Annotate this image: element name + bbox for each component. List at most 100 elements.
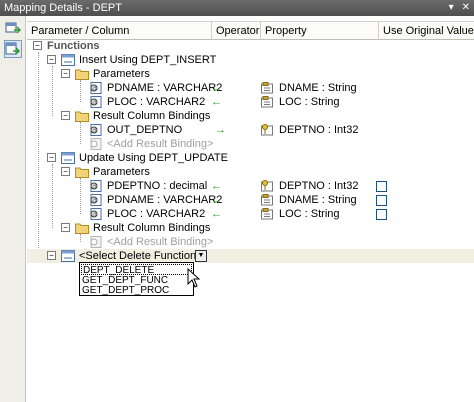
dropdown-option[interactable]: GET_DEPT_PROC [81, 285, 192, 296]
collapse-icon[interactable]: − [61, 111, 70, 120]
svg-text:@: @ [92, 100, 97, 106]
svg-text:@: @ [92, 198, 97, 204]
parameter-icon: @ [90, 82, 102, 94]
table-mapping-button[interactable] [4, 20, 22, 38]
tree-node-insert-function[interactable]: − Insert Using DEPT_INSERT [27, 53, 474, 67]
parameter-row[interactable]: @ PDEPTNO : decimal ← DEPTNO : Int32 [27, 179, 474, 193]
property-name[interactable]: DNAME : String [279, 193, 357, 207]
svg-text:@: @ [92, 212, 97, 218]
add-binding-label[interactable]: <Add Result Binding> [107, 235, 213, 249]
left-arrow-icon[interactable]: ← [211, 179, 222, 193]
tree-label: Functions [47, 40, 100, 52]
close-icon[interactable]: ✕ [462, 0, 470, 16]
parameter-icon: @ [90, 180, 102, 192]
folder-icon [75, 69, 89, 80]
use-original-value-checkbox[interactable] [376, 209, 387, 220]
add-binding-label[interactable]: <Add Result Binding> [107, 137, 213, 151]
parameter-icon: @ [90, 194, 102, 206]
tree-node-update-parameters[interactable]: − Parameters [27, 165, 474, 179]
left-arrow-icon[interactable]: ← [211, 207, 222, 221]
parameter-row[interactable]: @ PLOC : VARCHAR2 ← LOC : String [27, 207, 474, 221]
mapping-grid: Parameter / Column Operator Property Use… [27, 16, 474, 402]
tree-node-functions[interactable]: − Functions [27, 39, 474, 53]
add-binding-icon [90, 138, 102, 150]
svg-text:@: @ [92, 184, 97, 190]
result-column-icon: @ [90, 124, 102, 136]
right-arrow-icon[interactable]: → [215, 123, 226, 137]
window-title-bar: Mapping Details - DEPT ▾ ✕ [0, 0, 474, 16]
property-icon [261, 194, 273, 206]
function-icon [61, 54, 75, 66]
tree-label: Update Using DEPT_UPDATE [79, 152, 228, 164]
property-name[interactable]: DNAME : String [279, 81, 357, 95]
key-property-icon [261, 180, 273, 192]
expand-icon[interactable]: − [47, 251, 56, 260]
column-header-use-original-value[interactable]: Use Original Value [379, 22, 474, 40]
tree-label: Result Column Bindings [93, 110, 211, 122]
column-header-operator[interactable]: Operator [212, 22, 261, 40]
parameter-row[interactable]: @ PDNAME : VARCHAR2 ← DNAME : String [27, 81, 474, 95]
left-arrow-icon[interactable]: ← [211, 81, 222, 95]
collapse-icon[interactable]: − [47, 55, 56, 64]
left-arrow-icon[interactable]: ← [211, 95, 222, 109]
tree-label: Parameters [93, 166, 150, 178]
column-header-parameter[interactable]: Parameter / Column [27, 22, 212, 40]
delete-function-select[interactable]: <Select Delete Function> [79, 249, 203, 263]
add-result-binding-row[interactable]: <Add Result Binding> [27, 137, 474, 151]
tree-node-update-results[interactable]: − Result Column Bindings [27, 221, 474, 235]
collapse-icon[interactable]: − [61, 69, 70, 78]
function-icon [61, 152, 75, 164]
function-icon [61, 250, 75, 262]
table-mapping-icon [5, 22, 22, 34]
parameter-icon: @ [90, 96, 102, 108]
folder-icon [75, 111, 89, 122]
mapping-toolbar [0, 16, 26, 402]
parameter-name: PDEPTNO : decimal [107, 180, 208, 192]
parameter-row[interactable]: @ PLOC : VARCHAR2 ← LOC : String [27, 95, 474, 109]
use-original-value-checkbox[interactable] [376, 195, 387, 206]
collapse-icon[interactable]: − [47, 153, 56, 162]
collapse-icon[interactable]: − [33, 41, 42, 50]
column-header-property[interactable]: Property [261, 22, 379, 40]
add-binding-icon [90, 236, 102, 248]
add-result-binding-row[interactable]: <Add Result Binding> [27, 235, 474, 249]
result-binding-row[interactable]: @ OUT_DEPTNO → DEPTNO : Int32 [27, 123, 474, 137]
window-title: Mapping Details - DEPT [4, 2, 122, 14]
parameter-name: PDNAME : VARCHAR2 [107, 82, 223, 94]
grid-header: Parameter / Column Operator Property Use… [27, 21, 474, 40]
property-name[interactable]: DEPTNO : Int32 [279, 179, 358, 193]
tree-label: Result Column Bindings [93, 222, 211, 234]
parameter-name: PDNAME : VARCHAR2 [107, 194, 223, 206]
tree-node-insert-parameters[interactable]: − Parameters [27, 67, 474, 81]
tree-node-delete-function[interactable]: − <Select Delete Function> ▼ [27, 249, 474, 263]
tree-label: Insert Using DEPT_INSERT [79, 54, 217, 66]
use-original-value-checkbox[interactable] [376, 181, 387, 192]
property-icon [261, 96, 273, 108]
property-name[interactable]: LOC : String [279, 207, 340, 221]
parameter-name: PLOC : VARCHAR2 [107, 96, 206, 108]
result-column-name: OUT_DEPTNO [107, 124, 183, 136]
folder-icon [75, 223, 89, 234]
tree-label: Parameters [93, 68, 150, 80]
parameter-icon: @ [90, 208, 102, 220]
svg-text:@: @ [92, 86, 97, 92]
collapse-icon[interactable]: − [61, 223, 70, 232]
property-icon [261, 82, 273, 94]
pin-icon[interactable]: ▾ [449, 0, 454, 16]
function-mapping-button[interactable] [4, 40, 22, 58]
property-icon [261, 208, 273, 220]
key-property-icon [261, 124, 273, 136]
parameter-row[interactable]: @ PDNAME : VARCHAR2 ← DNAME : String [27, 193, 474, 207]
collapse-icon[interactable]: − [61, 167, 70, 176]
delete-function-dropdown-list: DEPT_DELETE GET_DEPT_FUNC GET_DEPT_PROC [79, 262, 194, 296]
property-name[interactable]: LOC : String [279, 95, 340, 109]
function-mapping-icon [5, 42, 21, 55]
tree-node-insert-results[interactable]: − Result Column Bindings [27, 109, 474, 123]
mouse-cursor-icon [187, 268, 201, 288]
left-arrow-icon[interactable]: ← [211, 193, 222, 207]
dropdown-option[interactable]: DEPT_DELETE [81, 264, 192, 276]
dropdown-arrow-icon[interactable]: ▼ [195, 250, 207, 262]
property-name[interactable]: DEPTNO : Int32 [279, 123, 358, 137]
tree-node-update-function[interactable]: − Update Using DEPT_UPDATE [27, 151, 474, 165]
svg-text:@: @ [92, 128, 97, 134]
